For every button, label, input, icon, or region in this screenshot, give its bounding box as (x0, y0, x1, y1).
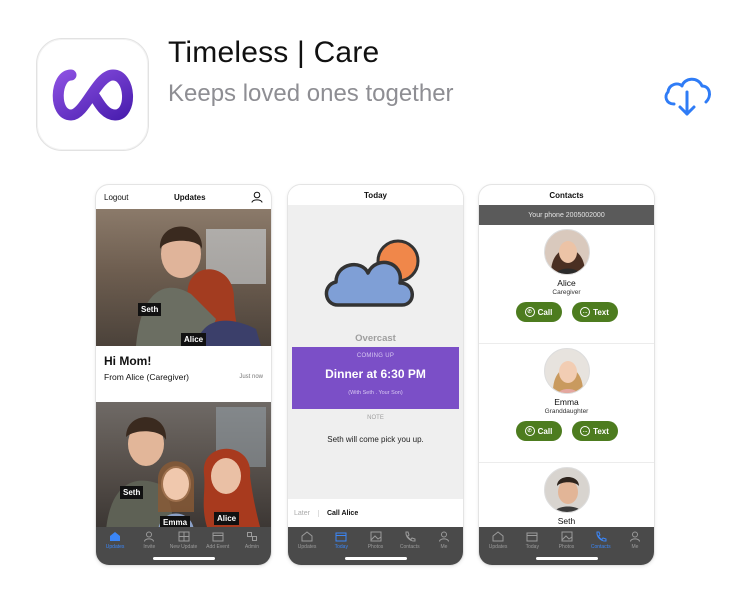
call-bar: Later Call Alice (288, 499, 463, 527)
app-title: Timeless | Care (168, 36, 380, 69)
overcast-weather-icon (324, 239, 420, 307)
updates-header: Logout Updates (96, 185, 271, 209)
family-photo-2[interactable]: Seth Emma Alice (96, 402, 271, 530)
profile-icon[interactable] (251, 191, 263, 203)
avatar (543, 467, 590, 513)
phone-icon (596, 531, 607, 542)
tab-updates[interactable]: Updates (290, 527, 324, 565)
message-icon: … (580, 307, 591, 317)
contact-card: Emma Granddaughter ✆ Call … Text (479, 348, 654, 463)
app-subtitle: Keeps loved ones together (168, 80, 454, 107)
app-icon (36, 38, 149, 151)
calendar-icon (212, 532, 224, 542)
contact-role: Granddaughter (544, 408, 589, 415)
event-title: Dinner at 6:30 PM (325, 367, 426, 381)
event-attendees: (With Seth . Your Son) (348, 390, 403, 396)
home-indicator (344, 557, 407, 560)
call-alice-button[interactable]: Call Alice (327, 510, 358, 517)
tab-admin[interactable]: Admin (235, 527, 269, 565)
weather-label: Overcast (355, 333, 396, 344)
logout-link[interactable]: Logout (104, 193, 128, 202)
coming-up-label: COMING UP (356, 353, 395, 359)
photo-tag[interactable]: Seth (138, 303, 162, 316)
phone-icon (405, 531, 416, 542)
contact-role: Caregiver (552, 289, 581, 296)
infinity-logo-icon (52, 69, 133, 121)
tab-updates[interactable]: Updates (481, 527, 515, 565)
note-label: NOTE (367, 415, 384, 421)
phone-icon: ✆ (524, 307, 535, 317)
avatar (543, 348, 590, 394)
today-title: Today (288, 185, 463, 205)
upcoming-event-card[interactable]: COMING UP Dinner at 6:30 PM (With Seth .… (292, 347, 459, 409)
home-indicator (152, 557, 215, 560)
tab-updates[interactable]: Updates (98, 527, 132, 565)
later-button[interactable]: Later (294, 509, 319, 517)
your-phone-bar: Your phone 2005002000 (479, 205, 654, 225)
home-icon (110, 532, 121, 541)
person-icon (438, 531, 449, 542)
screenshot-updates: Logout Updates Seth Alice Hi Mom! From A… (95, 184, 272, 566)
calendar-icon (526, 532, 538, 542)
photo-1-illustration (136, 226, 266, 346)
contact-name: Alice (557, 278, 576, 288)
photo-tag[interactable]: Seth (120, 486, 144, 499)
contacts-title: Contacts (549, 190, 584, 200)
text-button[interactable]: … Text (571, 302, 618, 322)
download-button[interactable] (660, 72, 714, 118)
family-photo-1[interactable]: Seth Alice (96, 209, 271, 346)
contact-card: Alice Caregiver ✆ Call … Text (479, 229, 654, 344)
photo-tag[interactable]: Alice (214, 512, 240, 525)
tab-me[interactable]: Me (427, 527, 461, 565)
photo-2-illustration (106, 407, 266, 530)
phone-icon: ✆ (524, 426, 535, 436)
call-button[interactable]: ✆ Call (515, 302, 562, 322)
note-text: Seth will come pick you up. (327, 435, 424, 444)
tab-me[interactable]: Me (618, 527, 652, 565)
call-button[interactable]: ✆ Call (515, 421, 562, 441)
photo-tag[interactable]: Alice (181, 333, 207, 346)
calendar-icon (335, 532, 347, 542)
home-icon (301, 531, 313, 542)
home-indicator (535, 557, 598, 560)
updates-title: Updates (173, 192, 206, 202)
contact-name: Emma (554, 397, 579, 407)
screenshot-contacts: Contacts Your phone 2005002000 Alice Car… (478, 184, 655, 566)
update-post[interactable]: Hi Mom! From Alice (Caregiver) Just now (96, 346, 271, 402)
avatar (543, 229, 590, 275)
message-icon: … (580, 426, 591, 436)
person-icon (144, 531, 155, 542)
admin-icon (246, 532, 257, 541)
home-icon (492, 531, 504, 542)
today-body: Overcast COMING UP Dinner at 6:30 PM (Wi… (288, 205, 463, 527)
grid-icon (178, 531, 189, 542)
person-icon (629, 531, 640, 542)
contact-name: Seth (557, 516, 576, 526)
photos-icon (561, 531, 572, 542)
text-button[interactable]: … Text (571, 421, 618, 441)
post-time: Just now (239, 374, 263, 380)
post-heading: Hi Mom! (104, 354, 152, 368)
photos-icon (370, 531, 381, 542)
cloud-download-icon (664, 77, 711, 116)
screenshot-today: Today Overcast COMING UP Dinner at 6:30 … (287, 184, 464, 566)
